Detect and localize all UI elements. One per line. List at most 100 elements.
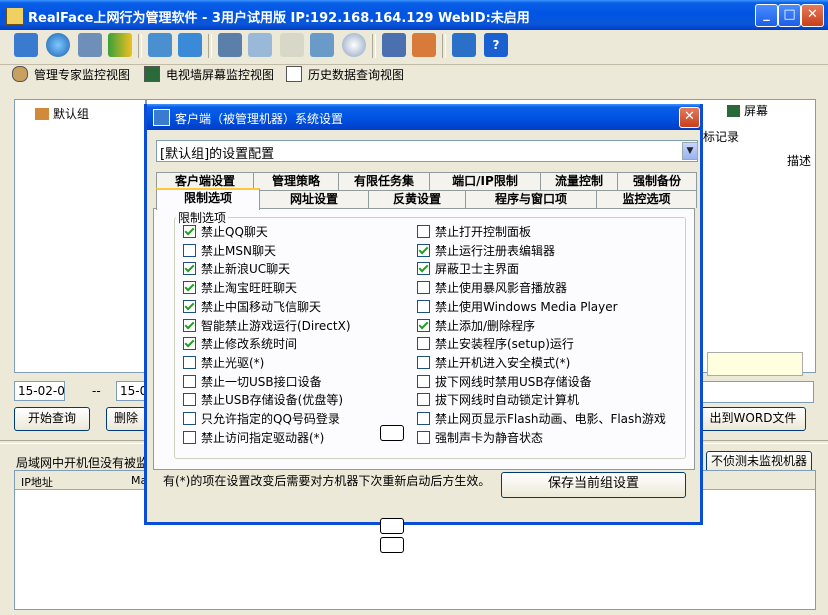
checkbox[interactable] bbox=[417, 393, 430, 407]
network-icon[interactable] bbox=[148, 33, 172, 57]
tab-port-ip[interactable]: 端口/IP限制 bbox=[429, 172, 541, 190]
restriction-option[interactable]: 禁止MSN聊天 bbox=[183, 243, 276, 260]
restriction-option[interactable]: 禁止访问指定驱动器(*) bbox=[183, 430, 324, 447]
qq-list-button[interactable] bbox=[380, 518, 404, 534]
checkbox[interactable] bbox=[183, 337, 196, 351]
restriction-option[interactable]: 禁止运行注册表编辑器 bbox=[417, 243, 556, 260]
save-group-settings-button[interactable]: 保存当前组设置 bbox=[501, 472, 686, 498]
chart-icon[interactable] bbox=[412, 33, 436, 57]
restriction-option[interactable]: 禁止网页显示Flash动画、电影、Flash游戏 bbox=[417, 412, 666, 428]
dialog-close-button[interactable]: ✕ bbox=[679, 107, 700, 128]
minimize-button[interactable]: _ bbox=[755, 4, 778, 27]
mail-icon[interactable] bbox=[248, 33, 272, 57]
screen-tab[interactable]: 屏幕 bbox=[727, 102, 768, 119]
checkbox[interactable] bbox=[417, 281, 430, 295]
drive-list-button[interactable] bbox=[380, 537, 404, 553]
checkbox[interactable] bbox=[417, 355, 430, 369]
restriction-option[interactable]: 屏蔽卫士主界面 bbox=[417, 262, 519, 278]
checkbox[interactable] bbox=[183, 374, 196, 388]
checkbox[interactable] bbox=[183, 412, 196, 425]
checkbox[interactable] bbox=[183, 355, 196, 369]
checkbox[interactable] bbox=[417, 337, 430, 351]
game-settings-button[interactable] bbox=[380, 425, 404, 441]
book-icon[interactable] bbox=[382, 33, 406, 57]
checkbox[interactable] bbox=[417, 262, 430, 276]
restriction-option[interactable]: 禁止使用暴风影音播放器 bbox=[417, 281, 567, 297]
checkbox[interactable] bbox=[417, 318, 430, 332]
restriction-option[interactable]: 禁止使用Windows Media Player bbox=[417, 299, 618, 316]
users-icon[interactable] bbox=[108, 33, 132, 57]
delete-button[interactable]: 删除 bbox=[106, 407, 146, 431]
start-date-field[interactable]: 15-02-0 bbox=[14, 381, 65, 401]
group-tree[interactable]: 默认组 bbox=[14, 99, 146, 373]
restriction-option[interactable]: 禁止开机进入安全模式(*) bbox=[417, 355, 570, 372]
col-ip-header[interactable]: IP地址 bbox=[21, 474, 53, 490]
filter-field[interactable] bbox=[684, 381, 814, 403]
restriction-option[interactable]: 禁止新浪UC聊天 bbox=[183, 262, 290, 278]
restriction-option[interactable]: 禁止打开控制面板 bbox=[417, 225, 531, 241]
globe-icon[interactable] bbox=[46, 33, 70, 57]
tab-expert-view[interactable]: 管理专家监控视图 bbox=[12, 66, 130, 86]
start-query-button[interactable]: 开始查询 bbox=[14, 407, 90, 431]
network-map-icon[interactable] bbox=[310, 33, 334, 57]
document-icon[interactable] bbox=[280, 33, 304, 57]
main-toolbar: ? bbox=[0, 30, 828, 65]
restriction-option[interactable]: 禁止QQ聊天 bbox=[183, 225, 268, 241]
tab-limited-tasks[interactable]: 有限任务集 bbox=[338, 172, 430, 190]
chevron-down-icon[interactable]: ▼ bbox=[682, 142, 698, 160]
checkbox[interactable] bbox=[183, 318, 196, 332]
option-label: 禁止运行注册表编辑器 bbox=[435, 243, 556, 258]
checkbox[interactable] bbox=[183, 393, 196, 407]
config-select[interactable]: [默认组]的设置配置 ▼ bbox=[156, 140, 698, 162]
cart-icon[interactable] bbox=[452, 33, 476, 57]
restriction-option[interactable]: 拔下网线时自动锁定计算机 bbox=[417, 393, 579, 409]
tab-tv-wall-view[interactable]: 电视墙屏幕监控视图 bbox=[144, 66, 274, 86]
checkbox[interactable] bbox=[183, 262, 196, 276]
tab-url-settings[interactable]: 网址设置 bbox=[259, 190, 369, 208]
end-date-field[interactable]: 15-0 bbox=[116, 381, 147, 401]
disk-icon[interactable] bbox=[342, 33, 366, 57]
checkbox[interactable] bbox=[417, 412, 430, 425]
tab-management-policy[interactable]: 管理策略 bbox=[253, 172, 339, 190]
info-icon[interactable] bbox=[178, 33, 202, 57]
tab-program-window[interactable]: 程序与窗口项 bbox=[465, 190, 597, 208]
restriction-option[interactable]: 禁止光驱(*) bbox=[183, 355, 264, 372]
checkbox[interactable] bbox=[183, 225, 196, 238]
restriction-option[interactable]: 智能禁止游戏运行(DirectX) bbox=[183, 318, 351, 335]
tab-restrictions[interactable]: 限制选项 bbox=[156, 188, 260, 210]
tab-anti-porn[interactable]: 反黄设置 bbox=[368, 190, 466, 208]
tab-forced-backup[interactable]: 强制备份 bbox=[617, 172, 697, 190]
restriction-option[interactable]: 禁止添加/删除程序 bbox=[417, 318, 535, 335]
restriction-option[interactable]: 禁止一切USB接口设备 bbox=[183, 374, 322, 391]
settings-icon[interactable] bbox=[78, 33, 102, 57]
checkbox[interactable] bbox=[183, 243, 196, 257]
checkbox[interactable] bbox=[417, 299, 430, 313]
close-button[interactable]: ✕ bbox=[801, 4, 824, 27]
checkbox[interactable] bbox=[417, 374, 430, 388]
tab-history-view[interactable]: 历史数据查询视图 bbox=[286, 66, 404, 86]
dialog-titlebar[interactable]: 客户端（被管理机器）系统设置 ✕ bbox=[147, 104, 700, 130]
export-word-button[interactable]: 出到WORD文件 bbox=[700, 407, 806, 431]
tab-monitor-options[interactable]: 监控选项 bbox=[596, 190, 697, 208]
maximize-button[interactable]: □ bbox=[778, 4, 801, 27]
tree-root-item[interactable]: 默认组 bbox=[35, 105, 89, 122]
restriction-option[interactable]: 只允许指定的QQ号码登录 bbox=[183, 412, 340, 428]
checkbox[interactable] bbox=[417, 243, 430, 257]
help-icon[interactable]: ? bbox=[484, 33, 508, 57]
checkbox[interactable] bbox=[183, 299, 196, 313]
restriction-option[interactable]: 禁止USB存储设备(优盘等) bbox=[183, 393, 343, 409]
restriction-option[interactable]: 禁止安装程序(setup)运行 bbox=[417, 337, 574, 353]
restriction-option[interactable]: 拔下网线时禁用USB存储设备 bbox=[417, 374, 592, 391]
checkbox[interactable] bbox=[417, 225, 430, 238]
restriction-option[interactable]: 禁止修改系统时间 bbox=[183, 337, 297, 353]
restriction-option[interactable]: 强制声卡为静音状态 bbox=[417, 430, 543, 447]
checkbox[interactable] bbox=[417, 430, 430, 444]
screen-icon[interactable] bbox=[218, 33, 242, 57]
restriction-option[interactable]: 禁止淘宝旺旺聊天 bbox=[183, 281, 297, 297]
main-titlebar[interactable]: RealFace上网行为管理软件 - 3用户试用版 IP:192.168.164… bbox=[0, 0, 828, 30]
checkbox[interactable] bbox=[183, 281, 196, 295]
restriction-option[interactable]: 禁止中国移动飞信聊天 bbox=[183, 299, 321, 316]
tab-traffic-control[interactable]: 流量控制 bbox=[540, 172, 618, 190]
monitor-group-icon[interactable] bbox=[14, 33, 38, 57]
checkbox[interactable] bbox=[183, 430, 196, 444]
